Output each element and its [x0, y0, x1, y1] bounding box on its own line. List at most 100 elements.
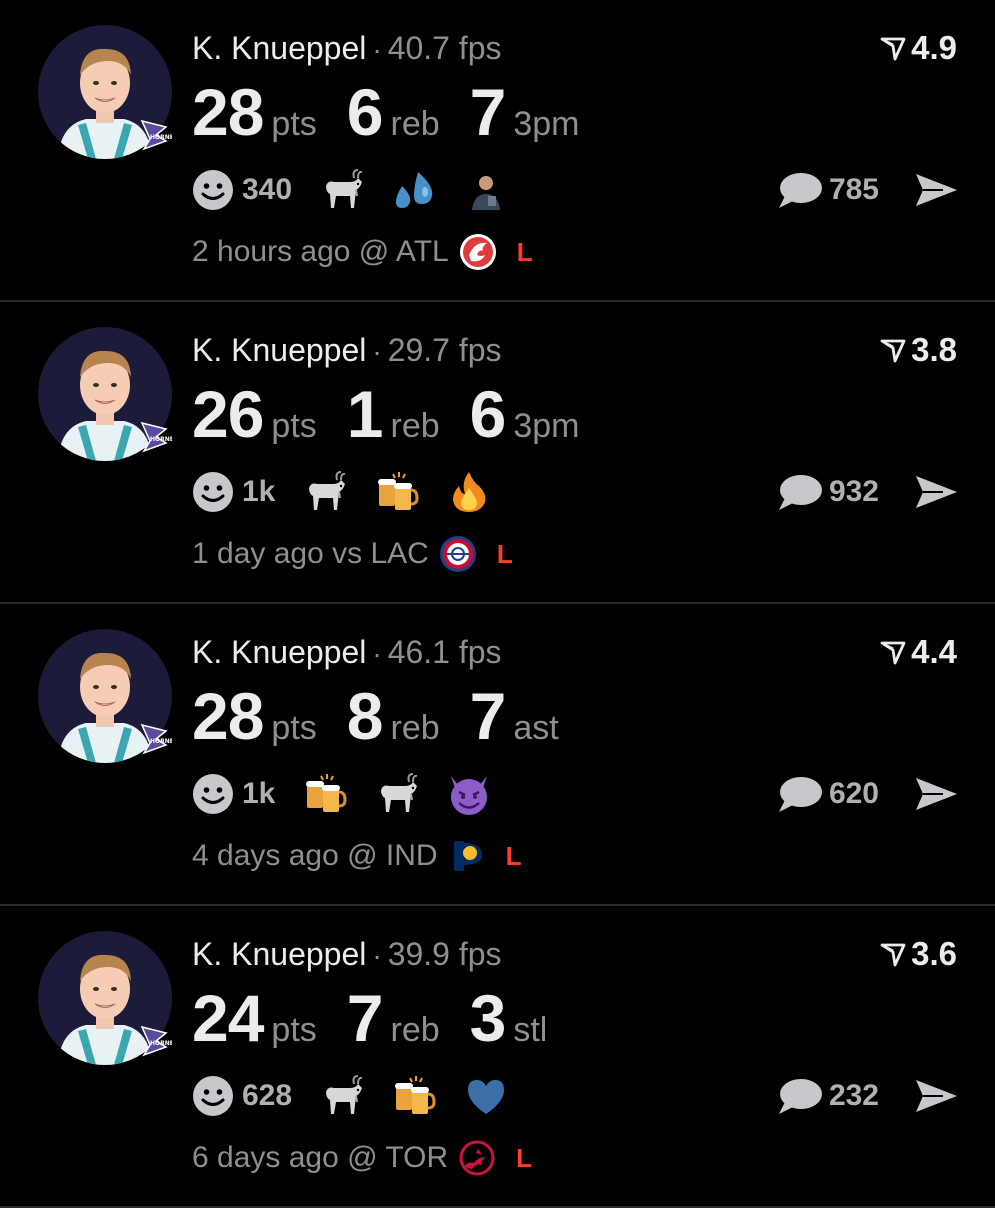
rating-score[interactable]: 3.6 — [879, 934, 957, 974]
stat-value: 24 — [192, 981, 264, 1055]
stat-label: reb — [390, 709, 440, 747]
separator-dot: · — [372, 940, 382, 971]
smiley-reaction-button[interactable]: 628 — [192, 1075, 292, 1117]
comment-icon — [777, 170, 823, 210]
game-result: L — [505, 840, 522, 871]
share-button[interactable] — [913, 774, 959, 814]
feed-post[interactable]: HORNETS K. Knueppel·46.1 fps 4.4 28 pts … — [0, 604, 995, 906]
stat-label: reb — [390, 1011, 440, 1049]
stat-label: reb — [390, 105, 440, 143]
fantasy-points: 29.7 fps — [387, 332, 502, 368]
comments-button[interactable]: 620 — [777, 774, 879, 814]
send-icon — [913, 774, 959, 814]
stat-label: stl — [513, 1011, 548, 1049]
stat-value: 26 — [192, 377, 264, 451]
comment-icon — [777, 1076, 823, 1116]
send-icon — [913, 1076, 959, 1116]
pacers-logo — [448, 837, 486, 875]
post-actions: 785 — [777, 168, 959, 212]
time-and-opponent: 1 day ago vs LAC — [192, 537, 429, 570]
share-button[interactable] — [913, 472, 959, 512]
goat-reaction-icon[interactable] — [320, 1074, 364, 1118]
stat-value: 7 — [469, 679, 507, 753]
stat-line: 26 pts 1 reb 6 3pm — [192, 378, 610, 458]
game-info: 4 days ago @ IND L — [192, 834, 521, 878]
beer-mugs-reaction-icon[interactable] — [375, 470, 419, 514]
smiley-count: 1k — [242, 475, 276, 508]
fire-reaction-icon[interactable] — [447, 470, 491, 514]
stat-label: pts — [271, 1011, 317, 1049]
stat-label: pts — [271, 105, 317, 143]
stat-2: 6 3pm — [470, 378, 580, 450]
stat-label: ast — [513, 709, 559, 747]
game-info: 2 hours ago @ ATL L — [192, 230, 533, 274]
stat-value: 6 — [469, 377, 507, 451]
player-avatar[interactable]: HORNETS — [38, 25, 172, 159]
smiley-count: 340 — [242, 173, 293, 206]
feed-post[interactable]: HORNETS K. Knueppel·39.9 fps 3.6 24 pts … — [0, 906, 995, 1208]
sweat-droplets-reaction-icon[interactable] — [392, 168, 436, 212]
goat-reaction-icon[interactable] — [375, 772, 419, 816]
separator-dot: · — [372, 638, 382, 669]
game-result: L — [516, 236, 533, 267]
stat-label: reb — [390, 407, 440, 445]
separator-dot: · — [372, 34, 382, 65]
smiley-count: 628 — [242, 1079, 293, 1112]
rating-score[interactable]: 4.9 — [879, 28, 957, 68]
post-header: K. Knueppel · 29.7 fps — [192, 330, 502, 372]
separator-dot: · — [372, 336, 382, 367]
stat-1: 8 reb — [347, 680, 440, 752]
player-name[interactable]: K. Knueppel — [192, 332, 366, 368]
svg-text:HORNETS: HORNETS — [150, 436, 172, 443]
smiley-reaction-button[interactable]: 340 — [192, 169, 292, 211]
player-name[interactable]: K. Knueppel — [192, 634, 366, 670]
time-and-opponent: 2 hours ago @ ATL — [192, 235, 449, 268]
reaction-bar: 1k — [192, 470, 519, 514]
game-result: L — [496, 538, 513, 569]
smiley-icon — [192, 169, 234, 211]
person-photo-reaction-icon[interactable] — [464, 168, 508, 212]
beer-mugs-reaction-icon[interactable] — [303, 772, 347, 816]
rating-score[interactable]: 4.4 — [879, 632, 957, 672]
player-avatar[interactable]: HORNETS — [38, 629, 172, 763]
stat-value: 3 — [469, 981, 507, 1055]
player-name[interactable]: K. Knueppel — [192, 30, 366, 66]
share-button[interactable] — [913, 170, 959, 210]
goat-reaction-icon[interactable] — [303, 470, 347, 514]
stat-line: 28 pts 8 reb 7 ast — [192, 680, 589, 760]
comments-button[interactable]: 232 — [777, 1076, 879, 1116]
stat-value: 1 — [346, 377, 384, 451]
stat-1: 6 reb — [347, 76, 440, 148]
stat-1: 7 reb — [347, 982, 440, 1054]
beer-mugs-reaction-icon[interactable] — [392, 1074, 436, 1118]
stat-0: 28 pts — [192, 76, 317, 148]
share-button[interactable] — [913, 1076, 959, 1116]
comment-icon — [777, 472, 823, 512]
smiley-reaction-button[interactable]: 1k — [192, 773, 275, 815]
stat-line: 24 pts 7 reb 3 stl — [192, 982, 577, 1062]
smiling-devil-reaction-icon[interactable] — [447, 772, 491, 816]
rating-value: 4.9 — [911, 29, 957, 66]
rating-score[interactable]: 3.8 — [879, 330, 957, 370]
stat-line: 28 pts 6 reb 7 3pm — [192, 76, 610, 156]
game-info: 6 days ago @ TOR L — [192, 1136, 532, 1180]
stat-value: 8 — [346, 679, 384, 753]
comments-button[interactable]: 785 — [777, 170, 879, 210]
comment-count: 785 — [828, 173, 879, 206]
goat-reaction-icon[interactable] — [320, 168, 364, 212]
stat-value: 28 — [192, 75, 264, 149]
stat-value: 6 — [346, 75, 384, 149]
feed-post[interactable]: HORNETS K. Knueppel·29.7 fps 3.8 26 pts … — [0, 302, 995, 604]
send-icon — [913, 170, 959, 210]
comments-button[interactable]: 932 — [777, 472, 879, 512]
blue-heart-reaction-icon[interactable] — [464, 1074, 508, 1118]
player-avatar[interactable]: HORNETS — [38, 327, 172, 461]
svg-text:HORNETS: HORNETS — [150, 738, 172, 745]
post-actions: 620 — [777, 772, 959, 816]
svg-text:HORNETS: HORNETS — [150, 1040, 172, 1047]
player-name[interactable]: K. Knueppel — [192, 936, 366, 972]
smiley-reaction-button[interactable]: 1k — [192, 471, 275, 513]
player-avatar[interactable]: HORNETS — [38, 931, 172, 1065]
feed-post[interactable]: HORNETS K. Knueppel·40.7 fps 4.9 28 pts … — [0, 0, 995, 302]
stat-label: pts — [271, 709, 317, 747]
